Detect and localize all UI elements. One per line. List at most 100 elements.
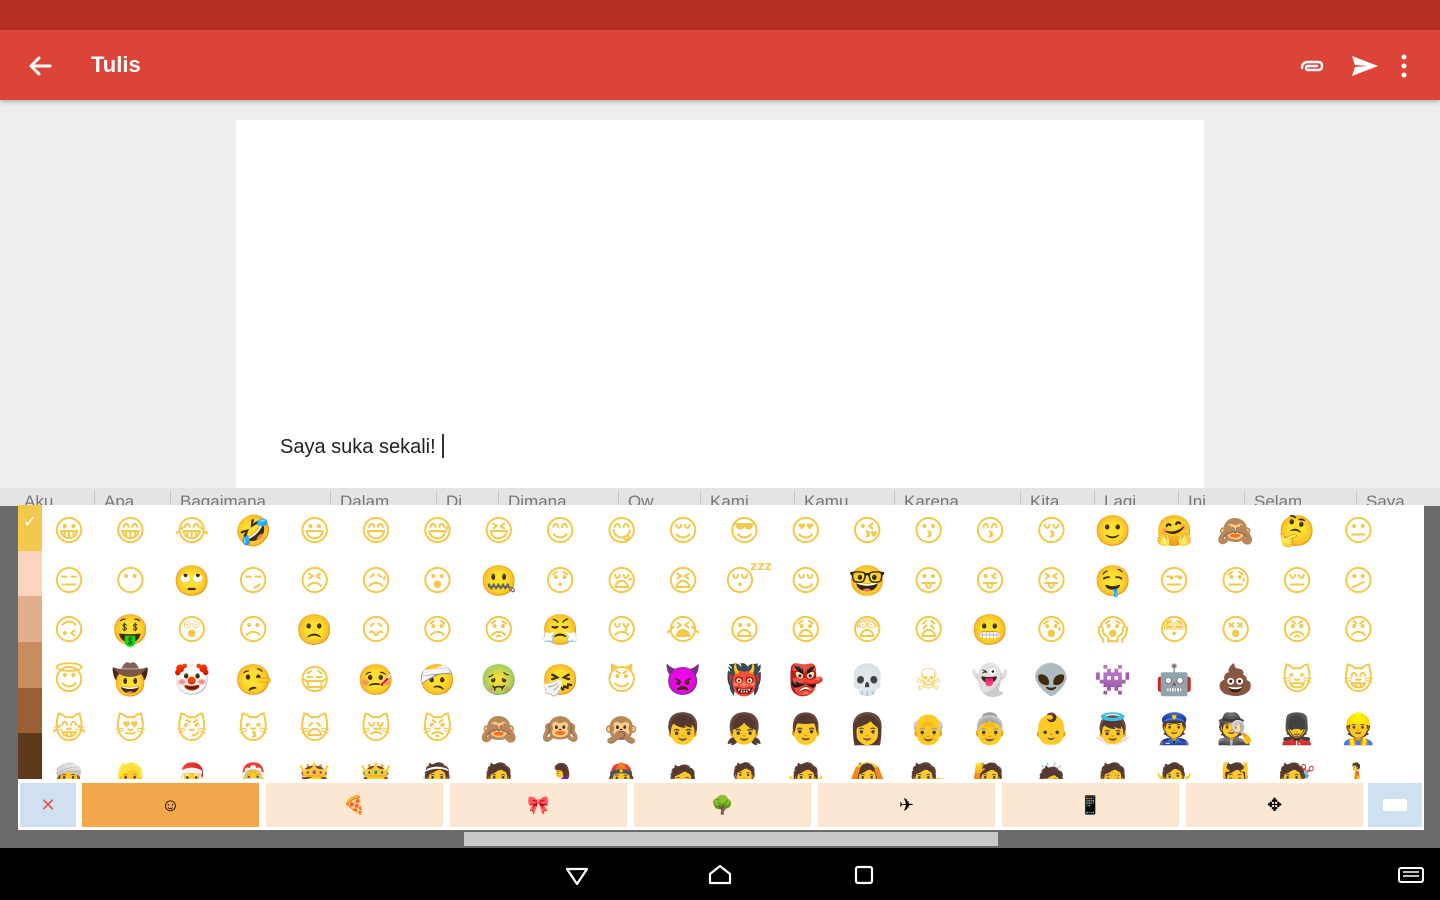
emoji-key[interactable]: 🙍 <box>663 760 703 779</box>
emoji-key[interactable]: 💩 <box>1216 661 1256 701</box>
more-vert-icon[interactable] <box>1388 48 1424 84</box>
emoji-key[interactable]: 😷 <box>295 661 335 701</box>
emoji-key[interactable]: 🤥 <box>233 661 273 701</box>
emoji-key[interactable]: 😀 <box>49 512 89 552</box>
emoji-key[interactable]: 🤴 <box>356 760 396 779</box>
emoji-key[interactable]: 💇 <box>1277 760 1317 779</box>
emoji-key[interactable]: 😩 <box>909 611 949 651</box>
emoji-key[interactable]: 😜 <box>970 562 1010 602</box>
emoji-key[interactable]: 😸 <box>1338 661 1378 701</box>
suggestion-item[interactable]: Karena <box>904 492 959 506</box>
emoji-key[interactable]: 🙀 <box>295 710 335 750</box>
emoji-key[interactable]: 😼 <box>172 710 212 750</box>
emoji-key[interactable]: 💀 <box>847 661 887 701</box>
emoji-key[interactable]: 🙃 <box>49 611 89 651</box>
emoji-key[interactable]: 🙂 <box>1093 512 1133 552</box>
emoji-key[interactable]: 👩 <box>847 710 887 750</box>
emoji-key[interactable]: 😊 <box>540 512 580 552</box>
emoji-key[interactable]: 😁 <box>110 512 150 552</box>
emoji-key[interactable]: 🙊 <box>602 710 642 750</box>
emoji-key[interactable]: 😗 <box>909 512 949 552</box>
emoji-key[interactable]: 🙋 <box>970 760 1010 779</box>
nav-back-icon[interactable] <box>562 860 592 890</box>
emoji-key[interactable]: 🤧 <box>540 661 580 701</box>
emoji-key[interactable]: 🤓 <box>847 562 887 602</box>
emoji-key[interactable]: 😭 <box>663 611 703 651</box>
emoji-key[interactable]: 👦 <box>663 710 703 750</box>
emoji-key[interactable]: 😡 <box>1277 611 1317 651</box>
emoji-key[interactable]: 💂 <box>1277 710 1317 750</box>
emoji-key[interactable]: 👳 <box>49 760 89 779</box>
skin-tone-option[interactable]: ✓ <box>18 505 42 551</box>
emoji-key[interactable]: 💁 <box>909 760 949 779</box>
suggestion-item[interactable]: Kami <box>710 492 749 506</box>
category-tab-phone[interactable]: 📱 <box>1002 783 1179 827</box>
suggestion-item[interactable]: Bagaimana <box>180 492 266 506</box>
send-icon[interactable] <box>1346 48 1382 84</box>
emoji-key[interactable]: 👽 <box>1031 661 1071 701</box>
emoji-key[interactable]: 🤗 <box>1154 512 1194 552</box>
emoji-key[interactable]: 🤦 <box>1093 760 1133 779</box>
skin-tone-option[interactable] <box>18 642 42 688</box>
emoji-key[interactable]: 😳 <box>1154 611 1194 651</box>
emoji-key[interactable]: 😇 <box>49 661 89 701</box>
emoji-key[interactable]: 👹 <box>724 661 764 701</box>
emoji-key[interactable]: 😧 <box>786 611 826 651</box>
emoji-key[interactable]: 🙇 <box>1031 760 1071 779</box>
emoji-key[interactable]: 🤵 <box>479 760 519 779</box>
emoji-key[interactable]: 👷 <box>1338 710 1378 750</box>
emoji-key[interactable]: 🤠 <box>110 661 150 701</box>
compose-body-field[interactable]: Saya suka sekali! <box>236 120 1204 488</box>
emoji-key[interactable]: 👼 <box>1093 710 1133 750</box>
emoji-key[interactable]: 😹 <box>49 710 89 750</box>
emoji-key[interactable]: 😎 <box>724 512 764 552</box>
attach-icon[interactable] <box>1292 48 1328 84</box>
emoji-key[interactable]: 👴 <box>909 710 949 750</box>
emoji-key[interactable]: 👲 <box>602 760 642 779</box>
emoji-key[interactable]: 🤑 <box>110 611 150 651</box>
category-tab-objects[interactable]: 🎀 <box>450 783 627 827</box>
emoji-key[interactable]: 🤶 <box>233 760 273 779</box>
emoji-key[interactable]: 😿 <box>356 710 396 750</box>
skin-tone-option[interactable] <box>18 596 42 642</box>
emoji-key[interactable]: 😛 <box>909 562 949 602</box>
emoji-key[interactable]: 😴 <box>724 562 772 602</box>
emoji-key[interactable]: 🎅 <box>172 760 212 779</box>
emoji-key[interactable]: 👰 <box>417 760 457 779</box>
emoji-key[interactable]: 💆 <box>1216 760 1256 779</box>
category-tab-smileys[interactable]: ☺ <box>82 783 259 827</box>
emoji-key[interactable]: 😟 <box>479 611 519 651</box>
nav-recents-icon[interactable] <box>849 860 879 890</box>
emoji-key[interactable]: 😮 <box>417 562 457 602</box>
category-tab-travel[interactable]: ✈ <box>818 783 995 827</box>
emoji-key[interactable]: 😐 <box>1338 512 1378 552</box>
suggestion-item[interactable]: Ow <box>628 492 654 506</box>
emoji-key[interactable]: 😰 <box>1031 611 1071 651</box>
emoji-key[interactable]: 👵 <box>970 710 1010 750</box>
emoji-key[interactable]: 😦 <box>724 611 764 651</box>
emoji-key[interactable]: 👧 <box>724 710 764 750</box>
emoji-key[interactable]: 😾 <box>417 710 457 750</box>
emoji-key[interactable]: 😃 <box>295 512 335 552</box>
emoji-key[interactable]: 🤖 <box>1154 661 1194 701</box>
emoji-key[interactable]: 👾 <box>1093 661 1133 701</box>
suggestion-item[interactable]: Aku <box>24 492 53 506</box>
emoji-key[interactable]: 🤣 <box>233 512 273 552</box>
emoji-key[interactable]: 😅 <box>417 512 457 552</box>
emoji-key[interactable]: 🤢 <box>479 661 519 701</box>
emoji-key[interactable]: 😺 <box>1277 661 1317 701</box>
emoji-key[interactable]: 😕 <box>1338 562 1378 602</box>
suggestion-item[interactable]: Saya <box>1366 492 1405 506</box>
keyboard-switch-button[interactable] <box>1368 783 1422 827</box>
emoji-key[interactable]: 😶 <box>110 562 150 602</box>
emoji-key[interactable]: 👮 <box>1154 710 1194 750</box>
emoji-key[interactable]: 😋 <box>602 512 642 552</box>
emoji-key[interactable]: 😥 <box>356 562 396 602</box>
emoji-key[interactable]: 🤔 <box>1277 512 1317 552</box>
emoji-key[interactable]: 😪 <box>602 562 642 602</box>
suggestion-item[interactable]: Lagi <box>1104 492 1136 506</box>
emoji-key[interactable]: 👨 <box>786 710 826 750</box>
emoji-key[interactable]: 😌 <box>786 562 826 602</box>
emoji-key[interactable]: 😙 <box>970 512 1010 552</box>
emoji-key[interactable]: 🤕 <box>417 661 457 701</box>
